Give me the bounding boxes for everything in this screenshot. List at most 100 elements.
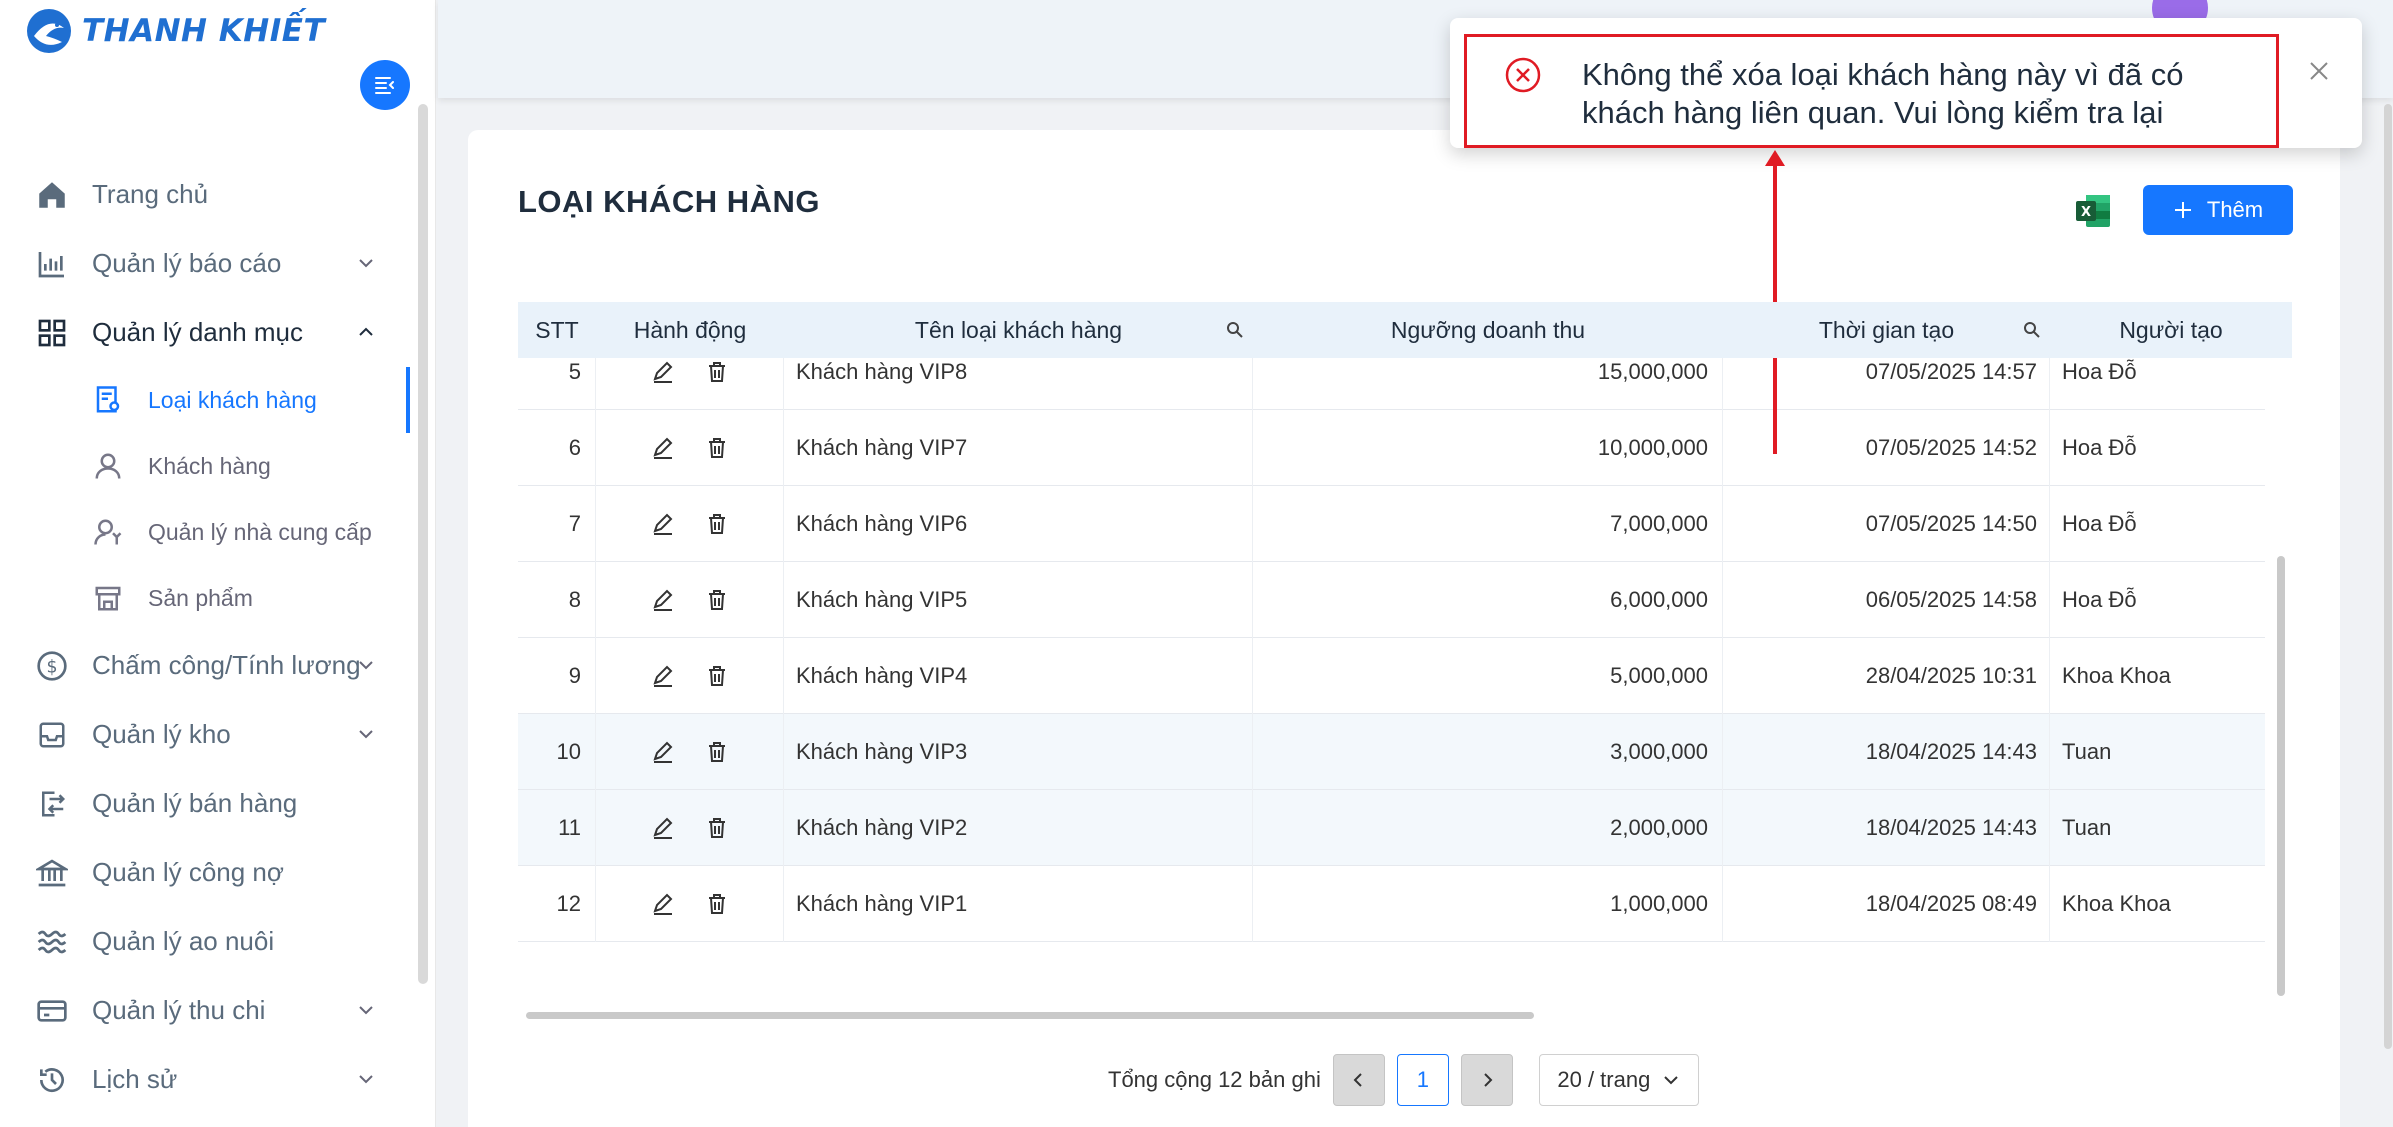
sidebar-item-label: Quản lý công nợ bbox=[92, 857, 284, 887]
cell-stt: 9 bbox=[518, 638, 596, 714]
add-button-label: Thêm bbox=[2206, 197, 2264, 222]
table-row[interactable]: 9 Khách hàng VIP4 5,000,000 28/04/2025 10:3… bbox=[518, 638, 2265, 714]
edit-icon[interactable] bbox=[650, 815, 676, 841]
delete-icon[interactable] bbox=[704, 435, 730, 461]
sidebar-item-warehouse[interactable]: Quản lý kho bbox=[0, 700, 400, 769]
brand-name: THANH KHIẾT bbox=[82, 13, 326, 49]
page-scrollbar[interactable] bbox=[2384, 104, 2392, 1049]
toast-message: Không thể xóa loại khách hàng này vì đã … bbox=[1582, 57, 2184, 130]
cell-name: Khách hàng VIP3 bbox=[784, 714, 1253, 790]
table-horizontal-scrollbar[interactable] bbox=[526, 1012, 1534, 1019]
chevron-up-icon bbox=[359, 327, 373, 336]
sidebar-subitem-label: Loại khách hàng bbox=[148, 386, 317, 413]
chevron-down-icon bbox=[359, 730, 373, 739]
table-row[interactable]: 8 Khách hàng VIP5 6,000,000 06/05/2025 14:5… bbox=[518, 562, 2265, 638]
excel-export-icon[interactable]: X bbox=[2074, 192, 2112, 230]
sidebar-item-label: Quản lý kho bbox=[92, 719, 231, 749]
sidebar-item-label: Quản lý ao nuôi bbox=[92, 926, 275, 956]
edit-icon[interactable] bbox=[650, 663, 676, 689]
edit-icon[interactable] bbox=[650, 359, 676, 385]
edit-icon[interactable] bbox=[650, 511, 676, 537]
sidebar-item-cashflow[interactable]: Quản lý thu chi bbox=[0, 976, 400, 1045]
svg-text:$: $ bbox=[46, 657, 57, 677]
sidebar-scrollbar[interactable] bbox=[418, 104, 428, 984]
edit-icon[interactable] bbox=[650, 739, 676, 765]
edit-icon[interactable] bbox=[650, 435, 676, 461]
sidebar-item-products[interactable]: Sản phẩm bbox=[0, 565, 400, 631]
cell-creator: Khoa Khoa bbox=[2062, 891, 2171, 916]
cell-created: 06/05/2025 14:58 bbox=[1723, 562, 2050, 638]
svg-text:X: X bbox=[2081, 205, 2091, 220]
delete-icon[interactable] bbox=[704, 511, 730, 537]
sidebar-item-suppliers[interactable]: Quản lý nhà cung cấp bbox=[0, 499, 400, 565]
home-icon bbox=[34, 177, 70, 213]
search-icon[interactable] bbox=[1225, 320, 1245, 340]
sidebar-item-history[interactable]: Lịch sử bbox=[0, 1045, 400, 1114]
shop-icon bbox=[92, 582, 124, 614]
next-page-button[interactable] bbox=[1460, 1054, 1513, 1106]
close-icon[interactable] bbox=[2306, 58, 2332, 84]
prev-page-button[interactable] bbox=[1332, 1054, 1385, 1106]
delete-icon[interactable] bbox=[704, 663, 730, 689]
cell-threshold: 10,000,000 bbox=[1253, 410, 1723, 486]
cell-created: 28/04/2025 10:31 bbox=[1723, 638, 2050, 714]
cell-actions bbox=[596, 562, 784, 638]
table-row[interactable]: 7 Khách hàng VIP6 7,000,000 07/05/2025 14:5… bbox=[518, 486, 2265, 562]
table-vertical-scrollbar[interactable] bbox=[2277, 556, 2285, 996]
cell-threshold: 1,000,000 bbox=[1253, 866, 1723, 942]
cell-threshold: 5,000,000 bbox=[1253, 638, 1723, 714]
page-number-button[interactable]: 1 bbox=[1396, 1054, 1449, 1106]
add-button[interactable]: Thêm bbox=[2143, 185, 2293, 235]
sidebar-item-sales[interactable]: Quản lý bán hàng bbox=[0, 769, 400, 838]
column-header-stt[interactable]: STT bbox=[518, 302, 596, 358]
sidebar-item-home[interactable]: Trang chủ bbox=[0, 160, 400, 229]
cell-name: Khách hàng VIP2 bbox=[784, 790, 1253, 866]
sidebar-item-catalog[interactable]: Quản lý danh mục bbox=[0, 298, 400, 367]
table-row[interactable]: 12 Khách hàng VIP1 1,000,000 18/04/2025 08:… bbox=[518, 866, 2265, 942]
sidebar-item-customer-types[interactable]: Loại khách hàng bbox=[0, 367, 410, 433]
delete-icon[interactable] bbox=[704, 891, 730, 917]
column-header-created[interactable]: Thời gian tạo bbox=[1723, 302, 2050, 358]
delete-icon[interactable] bbox=[704, 587, 730, 613]
edit-icon[interactable] bbox=[650, 587, 676, 613]
collapse-sidebar-button[interactable] bbox=[360, 60, 410, 110]
sidebar-item-reports[interactable]: Quản lý báo cáo bbox=[0, 229, 400, 298]
customer-list-icon bbox=[92, 384, 124, 416]
page-size-select[interactable]: 20 / trang bbox=[1538, 1054, 1699, 1106]
delete-icon[interactable] bbox=[704, 815, 730, 841]
customer-type-table: STT Hành động Tên loại khách hàng Ngưỡng… bbox=[518, 302, 2292, 1032]
column-header-threshold[interactable]: Ngưỡng doanh thu bbox=[1253, 302, 1723, 358]
pagination: Tổng cộng 12 bản ghi 1 20 / trang bbox=[1108, 1054, 1699, 1106]
column-header-creator[interactable]: Người tạo bbox=[2050, 302, 2292, 358]
cell-creator: Hoa Đỗ bbox=[2062, 587, 2137, 612]
sidebar: THANH KHIẾT Trang chủ Quản lý báo cáo Qu… bbox=[0, 0, 436, 1127]
cell-creator: Tuan bbox=[2062, 815, 2112, 840]
supplier-icon bbox=[92, 516, 124, 548]
sidebar-item-customers[interactable]: Khách hàng bbox=[0, 433, 400, 499]
sidebar-item-debts[interactable]: Quản lý công nợ bbox=[0, 838, 400, 907]
error-circle-icon bbox=[1505, 57, 1541, 93]
cell-stt: 12 bbox=[518, 866, 596, 942]
sidebar-subitem-label: Khách hàng bbox=[148, 452, 271, 479]
cell-created: 18/04/2025 14:43 bbox=[1723, 714, 2050, 790]
sidebar-subitem-label: Sản phẩm bbox=[148, 584, 253, 611]
search-icon[interactable] bbox=[2022, 320, 2042, 340]
table-row[interactable]: 6 Khách hàng VIP7 10,000,000 07/05/2025 14:… bbox=[518, 410, 2265, 486]
grid-icon bbox=[34, 315, 70, 351]
sidebar-item-ponds[interactable]: Quản lý ao nuôi bbox=[0, 907, 400, 976]
cell-threshold: 7,000,000 bbox=[1253, 486, 1723, 562]
column-header-name[interactable]: Tên loại khách hàng bbox=[784, 302, 1253, 358]
edit-icon[interactable] bbox=[650, 891, 676, 917]
table-row[interactable]: 11 Khách hàng VIP2 2,000,000 18/04/2025 14:… bbox=[518, 790, 2265, 866]
chevron-down-icon bbox=[359, 661, 373, 670]
cell-name: Khách hàng VIP7 bbox=[784, 410, 1253, 486]
delete-icon[interactable] bbox=[704, 359, 730, 385]
sidebar-item-payroll[interactable]: $ Chấm công/Tính lương bbox=[0, 631, 400, 700]
cell-actions bbox=[596, 866, 784, 942]
chevron-right-icon bbox=[1484, 1073, 1493, 1087]
cell-created: 18/04/2025 08:49 bbox=[1723, 866, 2050, 942]
delete-icon[interactable] bbox=[704, 739, 730, 765]
sales-export-icon bbox=[34, 786, 70, 822]
brand-logo[interactable]: THANH KHIẾT bbox=[24, 6, 325, 56]
table-row[interactable]: 10 Khách hàng VIP3 3,000,000 18/04/2025 14:… bbox=[518, 714, 2265, 790]
